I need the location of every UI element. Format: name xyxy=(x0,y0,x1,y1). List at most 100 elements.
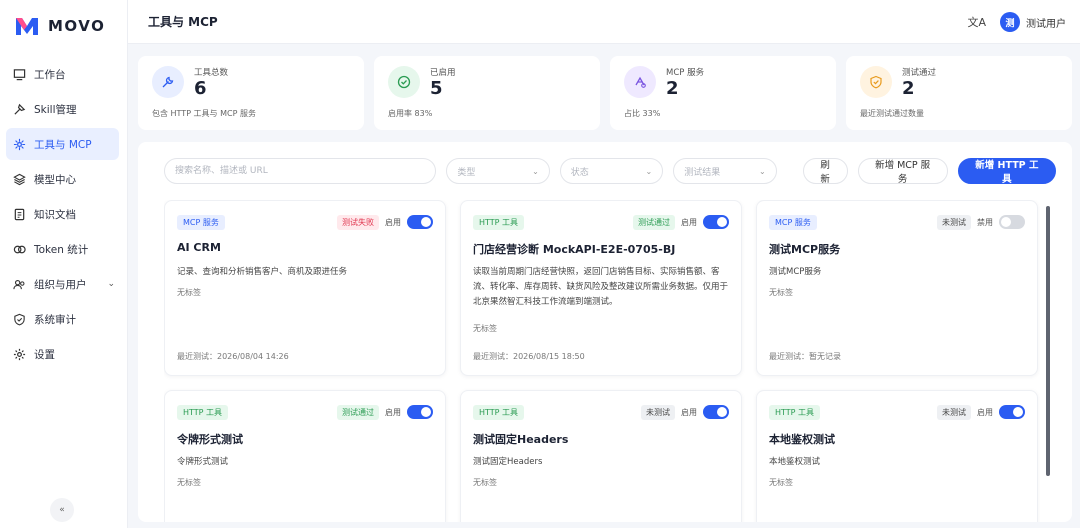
sidebar-item-label: 设置 xyxy=(34,348,55,361)
status-select[interactable]: 状态 ⌄ xyxy=(559,158,664,184)
sidebar-item-label: 组织与用户 xyxy=(34,278,87,291)
card-last-test: 最近测试：2026/08/04 14:26 xyxy=(177,352,289,361)
stat-icon-bg xyxy=(388,66,420,98)
type-select[interactable]: 类型 ⌄ xyxy=(446,158,550,184)
tools-panel: 类型 ⌄ 状态 ⌄ 测试结果 ⌄ 刷新 新增 MCP 服务 新增 HTTP 工具… xyxy=(138,142,1072,522)
tool-card[interactable]: HTTP 工具 未测试 启用 本地鉴权测试 本地鉴权测试 无标签 xyxy=(756,390,1038,522)
stat-sub: 包含 HTTP 工具与 MCP 服务 xyxy=(152,109,256,118)
type-tag: HTTP 工具 xyxy=(177,404,229,420)
card-status: 未测试 启用 xyxy=(641,404,729,420)
enable-label: 启用 xyxy=(385,407,401,417)
sidebar-item-docs[interactable]: 知识文档 xyxy=(6,198,119,230)
translate-icon[interactable]: 文A xyxy=(967,14,986,30)
document-icon xyxy=(12,207,26,221)
stat-card-enabled: 已启用 5 启用率 83% xyxy=(374,56,600,130)
card-description: 测试MCP服务 xyxy=(769,267,822,277)
card-tags: 无标签 xyxy=(769,478,793,487)
enable-label: 启用 xyxy=(681,217,697,227)
dashboard-icon xyxy=(12,67,26,81)
test-result-select-value: 测试结果 xyxy=(684,167,721,178)
sidebar-item-models[interactable]: 模型中心 xyxy=(6,163,119,195)
sidebar-item-org-users[interactable]: 组织与用户 ⌄ xyxy=(6,268,119,300)
card-last-test: 最近测试：2026/08/15 18:50 xyxy=(473,352,585,361)
stat-value: 5 xyxy=(430,78,443,99)
logo-text: MOVO xyxy=(48,17,106,35)
card-title: 本地鉴权测试 xyxy=(769,433,835,446)
stat-label: 已启用 xyxy=(430,68,456,78)
sidebar-item-tools-mcp[interactable]: 工具与 MCP xyxy=(6,128,119,160)
wrench-icon xyxy=(162,76,174,88)
sidebar-item-skill[interactable]: Skill管理 xyxy=(6,93,119,125)
add-mcp-button[interactable]: 新增 MCP 服务 xyxy=(857,158,948,185)
user-menu[interactable]: 测 测试用户 xyxy=(1000,12,1066,32)
type-tag: HTTP 工具 xyxy=(769,404,821,420)
enable-toggle[interactable] xyxy=(407,215,433,229)
card-description: 令牌形式测试 xyxy=(177,457,229,467)
card-description: 读取当前周期门店经营快照，返回门店销售目标、实际销售额、客流、转化率、库存周转、… xyxy=(473,267,729,307)
test-result-select[interactable]: 测试结果 ⌄ xyxy=(673,158,777,184)
enable-label: 启用 xyxy=(681,407,697,417)
shield-check-icon xyxy=(870,75,882,89)
enable-toggle[interactable] xyxy=(999,405,1025,419)
test-status-badge: 未测试 xyxy=(937,404,971,420)
type-tag: HTTP 工具 xyxy=(473,404,525,420)
card-status: 未测试 启用 xyxy=(937,404,1025,420)
stat-label: 工具总数 xyxy=(194,68,229,78)
type-select-value: 类型 xyxy=(457,167,476,178)
enable-label: 禁用 xyxy=(977,217,993,227)
top-header: 工具与 MCP 文A 测 测试用户 xyxy=(128,0,1080,44)
card-last-test: 最近测试：暂无记录 xyxy=(769,352,841,361)
scrollbar[interactable] xyxy=(1046,206,1050,476)
type-tag: HTTP 工具 xyxy=(473,214,525,230)
chevron-down-icon: ⌄ xyxy=(107,279,115,289)
card-header: MCP 服务 测试失败 启用 xyxy=(177,213,433,231)
sidebar-item-audit[interactable]: 系统审计 xyxy=(6,303,119,335)
enable-toggle[interactable] xyxy=(999,215,1025,229)
tool-card[interactable]: MCP 服务 未测试 禁用 测试MCP服务 测试MCP服务 无标签 最近测试：暂… xyxy=(756,200,1038,376)
enable-toggle[interactable] xyxy=(703,215,729,229)
chevron-down-icon: ⌄ xyxy=(645,166,653,176)
status-select-value: 状态 xyxy=(570,167,589,178)
logo[interactable]: MOVO xyxy=(0,0,127,52)
sidebar-item-label: 工具与 MCP xyxy=(34,138,92,151)
tool-card[interactable]: MCP 服务 测试失败 启用 AI CRM 记录、查询和分析销售客户、商机及跟进… xyxy=(164,200,446,376)
shield-icon xyxy=(12,312,26,326)
sidebar-item-label: 工作台 xyxy=(34,68,66,81)
stat-icon-bg xyxy=(624,66,656,98)
card-status: 测试失败 启用 xyxy=(337,214,433,230)
search-input[interactable] xyxy=(164,158,437,184)
mcp-icon xyxy=(635,76,646,88)
card-tags: 无标签 xyxy=(473,324,497,333)
movo-logo-icon xyxy=(16,18,38,35)
stat-sub: 占比 33% xyxy=(624,109,661,118)
tool-card[interactable]: HTTP 工具 测试通过 启用 门店经营诊断 MockAPI-E2E-0705-… xyxy=(460,200,742,376)
sidebar-item-token[interactable]: Token 统计 xyxy=(6,233,119,265)
tool-card[interactable]: HTTP 工具 测试通过 启用 令牌形式测试 令牌形式测试 无标签 xyxy=(164,390,446,522)
refresh-button[interactable]: 刷新 xyxy=(802,158,848,185)
users-icon xyxy=(12,277,26,291)
stat-value: 2 xyxy=(902,78,915,99)
stat-label: 测试通过 xyxy=(902,68,937,78)
tool-card[interactable]: HTTP 工具 未测试 启用 测试固定Headers 测试固定Headers 无… xyxy=(460,390,742,522)
stat-value: 2 xyxy=(666,78,679,99)
stats-row: 工具总数 6 包含 HTTP 工具与 MCP 服务 已启用 5 启用率 83% … xyxy=(138,56,1072,130)
sidebar-item-label: Skill管理 xyxy=(34,103,77,116)
filter-bar: 类型 ⌄ 状态 ⌄ 测试结果 ⌄ 刷新 新增 MCP 服务 新增 HTTP 工具 xyxy=(164,158,1056,185)
add-http-tool-button[interactable]: 新增 HTTP 工具 xyxy=(957,158,1056,185)
sidebar-item-settings[interactable]: 设置 xyxy=(6,338,119,370)
stat-sub: 启用率 83% xyxy=(388,109,433,118)
sidebar-item-label: 模型中心 xyxy=(34,173,76,186)
enable-toggle[interactable] xyxy=(407,405,433,419)
collapse-sidebar-button[interactable]: « xyxy=(50,498,74,522)
stat-icon-bg xyxy=(152,66,184,98)
user-name: 测试用户 xyxy=(1026,18,1066,30)
header-actions: 文A 测 测试用户 xyxy=(967,0,1066,44)
card-description: 记录、查询和分析销售客户、商机及跟进任务 xyxy=(177,267,348,277)
card-title: 令牌形式测试 xyxy=(177,433,243,446)
sidebar-item-label: Token 统计 xyxy=(34,243,89,256)
test-status-badge: 测试通过 xyxy=(633,214,675,230)
sidebar-item-dashboard[interactable]: 工作台 xyxy=(6,58,119,90)
type-tag: MCP 服务 xyxy=(769,214,817,230)
enable-toggle[interactable] xyxy=(703,405,729,419)
card-header: MCP 服务 未测试 禁用 xyxy=(769,213,1025,231)
